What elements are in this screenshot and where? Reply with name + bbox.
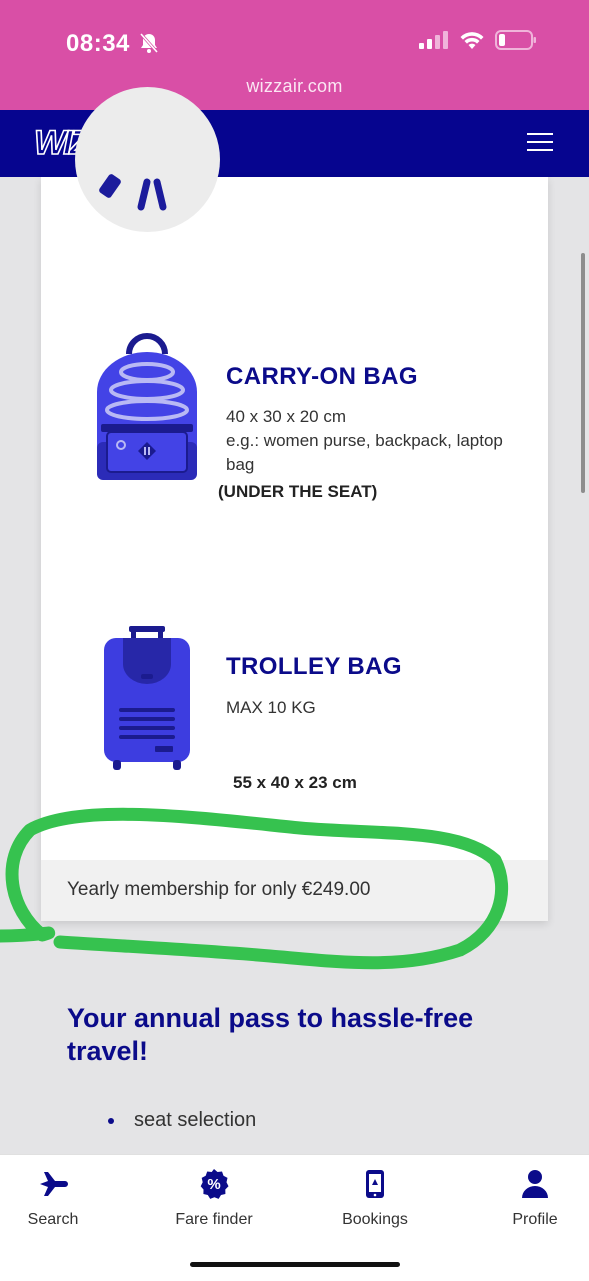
carry-on-placement-note: (UNDER THE SEAT) bbox=[218, 482, 378, 501]
airplane-icon bbox=[40, 1172, 68, 1196]
person-with-bag-icon bbox=[99, 174, 167, 211]
phone-ticket-icon bbox=[366, 1170, 384, 1198]
carry-on-examples-cont: bag bbox=[226, 455, 255, 474]
cellular-signal-icon bbox=[419, 31, 448, 49]
tab-bookings-label: Bookings bbox=[342, 1211, 408, 1228]
tab-search-label: Search bbox=[27, 1211, 79, 1228]
annual-pass-headline: Your annual pass to hassle-free travel! bbox=[67, 1003, 474, 1066]
tab-fare-finder-label: Fare finder bbox=[175, 1211, 253, 1228]
hamburger-menu-button[interactable] bbox=[527, 133, 553, 153]
trolley-bag-icon bbox=[104, 626, 190, 770]
baggage-card: CARRY-ON BAG 40 x 30 x 20 cm e.g.: women… bbox=[41, 87, 548, 921]
benefit-item: seat selection bbox=[108, 1109, 256, 1149]
percent-badge-icon: % bbox=[200, 1169, 229, 1199]
bell-muted-icon bbox=[139, 33, 159, 53]
browser-top-bar: 08:34 wizzair.com bbox=[0, 0, 589, 110]
membership-price-bar: Yearly membership for only €249.00 bbox=[41, 860, 548, 921]
tab-profile-label: Profile bbox=[512, 1211, 558, 1228]
tab-fare-finder[interactable]: % Fare finder bbox=[154, 1167, 274, 1229]
trolley-bag-weight: MAX 10 KG bbox=[226, 698, 316, 717]
carry-on-examples: e.g.: women purse, backpack, laptop bbox=[226, 431, 503, 450]
home-indicator bbox=[190, 1262, 400, 1267]
backpack-icon bbox=[97, 333, 197, 480]
url-bar[interactable]: wizzair.com bbox=[0, 76, 589, 97]
membership-price-text: Yearly membership for only €249.00 bbox=[67, 879, 371, 900]
benefits-list: seat selection bbox=[108, 1109, 256, 1149]
status-time: 08:34 bbox=[66, 30, 130, 57]
tab-bookings[interactable]: Bookings bbox=[315, 1167, 435, 1229]
tab-search[interactable]: Search bbox=[0, 1167, 113, 1229]
carry-on-dimensions: 40 x 30 x 20 cm bbox=[226, 407, 347, 426]
svg-text:%: % bbox=[207, 1176, 220, 1193]
carry-on-bag-title: CARRY-ON BAG bbox=[226, 363, 418, 390]
wifi-icon bbox=[460, 32, 484, 49]
person-icon bbox=[522, 1170, 548, 1198]
trolley-bag-dimensions: 55 x 40 x 23 cm bbox=[233, 773, 357, 792]
page-scrollbar[interactable] bbox=[581, 253, 585, 493]
small-bag-icon-circle bbox=[75, 87, 220, 232]
trolley-bag-title: TROLLEY BAG bbox=[226, 653, 402, 680]
tab-profile[interactable]: Profile bbox=[475, 1167, 589, 1229]
status-icons bbox=[419, 30, 537, 50]
battery-icon bbox=[495, 30, 536, 50]
